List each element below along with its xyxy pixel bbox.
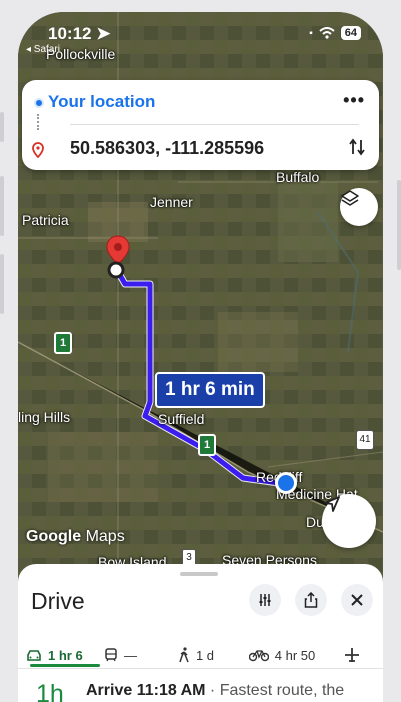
destination-marker-icon [32, 142, 44, 161]
location-arrow-icon: ➤ [96, 24, 111, 43]
google-maps-attribution: Google Maps [26, 528, 125, 546]
arrival-time: Arrive 11:18 AM [86, 682, 206, 699]
active-tab-indicator [30, 664, 100, 667]
tab-bike-label: 4 hr 50 [274, 647, 316, 663]
sheet-grabber[interactable] [180, 572, 218, 576]
current-location-dot [275, 472, 297, 494]
tab-walk-label: 1 d [195, 647, 215, 663]
tab-drive-label: 1 hr 6 [48, 647, 83, 663]
layers-button[interactable] [340, 188, 378, 226]
bike-icon [248, 650, 269, 662]
sliders-icon [259, 594, 271, 606]
airplane-icon [345, 648, 359, 662]
tab-flight[interactable] [332, 640, 372, 670]
layers-icon [341, 190, 359, 206]
more-options-button[interactable]: ••• [343, 90, 365, 111]
back-to-safari[interactable]: ◂ Safari [26, 44, 60, 55]
map-label-patricia: Patricia [22, 212, 69, 228]
highway-1-shield-east: 1 [198, 434, 216, 456]
wifi-icon [319, 27, 335, 39]
volume-up-button [0, 176, 4, 236]
status-bar: 10:12 ➤ ◂ Safari ▪ 64 [18, 12, 383, 62]
sheet-actions [249, 584, 373, 616]
tab-transit[interactable]: — [96, 640, 160, 670]
walk-icon [179, 647, 189, 663]
map-label-suffield: Suffield [158, 411, 205, 427]
volume-down-button [0, 254, 4, 314]
recenter-button[interactable] [322, 494, 376, 548]
tab-walk[interactable]: 1 d [160, 640, 232, 670]
highway-1-shield: 1 [54, 332, 72, 354]
sheet-title: Drive [31, 588, 85, 614]
directions-sheet: Drive 1 hr 6 — 1 d 4 hr 50 1h Arrive 11:… [18, 564, 383, 702]
origin-field[interactable]: Your location [48, 92, 155, 112]
navigation-arrow-icon [324, 496, 340, 512]
car-icon [27, 649, 41, 661]
share-button[interactable] [295, 584, 327, 616]
close-button[interactable] [341, 584, 373, 616]
route-summary: Arrive 11:18 AM · Fastest route, the [86, 682, 344, 700]
origin-dot-icon [34, 98, 44, 108]
tabs-divider [18, 668, 383, 669]
close-icon [351, 594, 363, 606]
map-label-jenner: Jenner [150, 194, 193, 210]
destination-field[interactable]: 50.586303, -111.285596 [70, 138, 264, 159]
route-eta-label[interactable]: 1 hr 6 min [155, 372, 265, 408]
route-card: Your location ••• 50.586303, -111.285596 [22, 80, 379, 170]
swap-directions-button[interactable] [349, 138, 365, 161]
map-label-rolling-hills: ling Hills [18, 409, 71, 425]
tab-transit-label: — [124, 647, 137, 663]
share-icon [304, 592, 318, 608]
route-connector [37, 114, 39, 130]
status-indicators: ▪ 64 [309, 26, 361, 40]
status-time: 10:12 ➤ [48, 24, 111, 43]
transit-icon [105, 648, 117, 662]
attribution-product: Maps [85, 528, 125, 545]
destination-pin-icon[interactable] [104, 234, 132, 280]
route-card-divider [70, 124, 359, 125]
highway-41-shield: 41 [356, 430, 374, 450]
map-label-buffalo: Buffalo [276, 169, 320, 185]
route-options-button[interactable] [249, 584, 281, 616]
tab-bike[interactable]: 4 hr 50 [232, 640, 332, 670]
screen: Pollockville Buffalo Jenner Patricia lin… [18, 12, 383, 702]
attribution-brand: Google [26, 528, 82, 545]
battery-indicator: 64 [340, 26, 361, 40]
route-duration: 1h [36, 680, 64, 702]
route-note: · Fastest route, the [205, 682, 345, 699]
swap-icon [349, 138, 365, 156]
signal-icon: ▪ [309, 27, 313, 39]
phone-frame: Pollockville Buffalo Jenner Patricia lin… [0, 0, 401, 702]
